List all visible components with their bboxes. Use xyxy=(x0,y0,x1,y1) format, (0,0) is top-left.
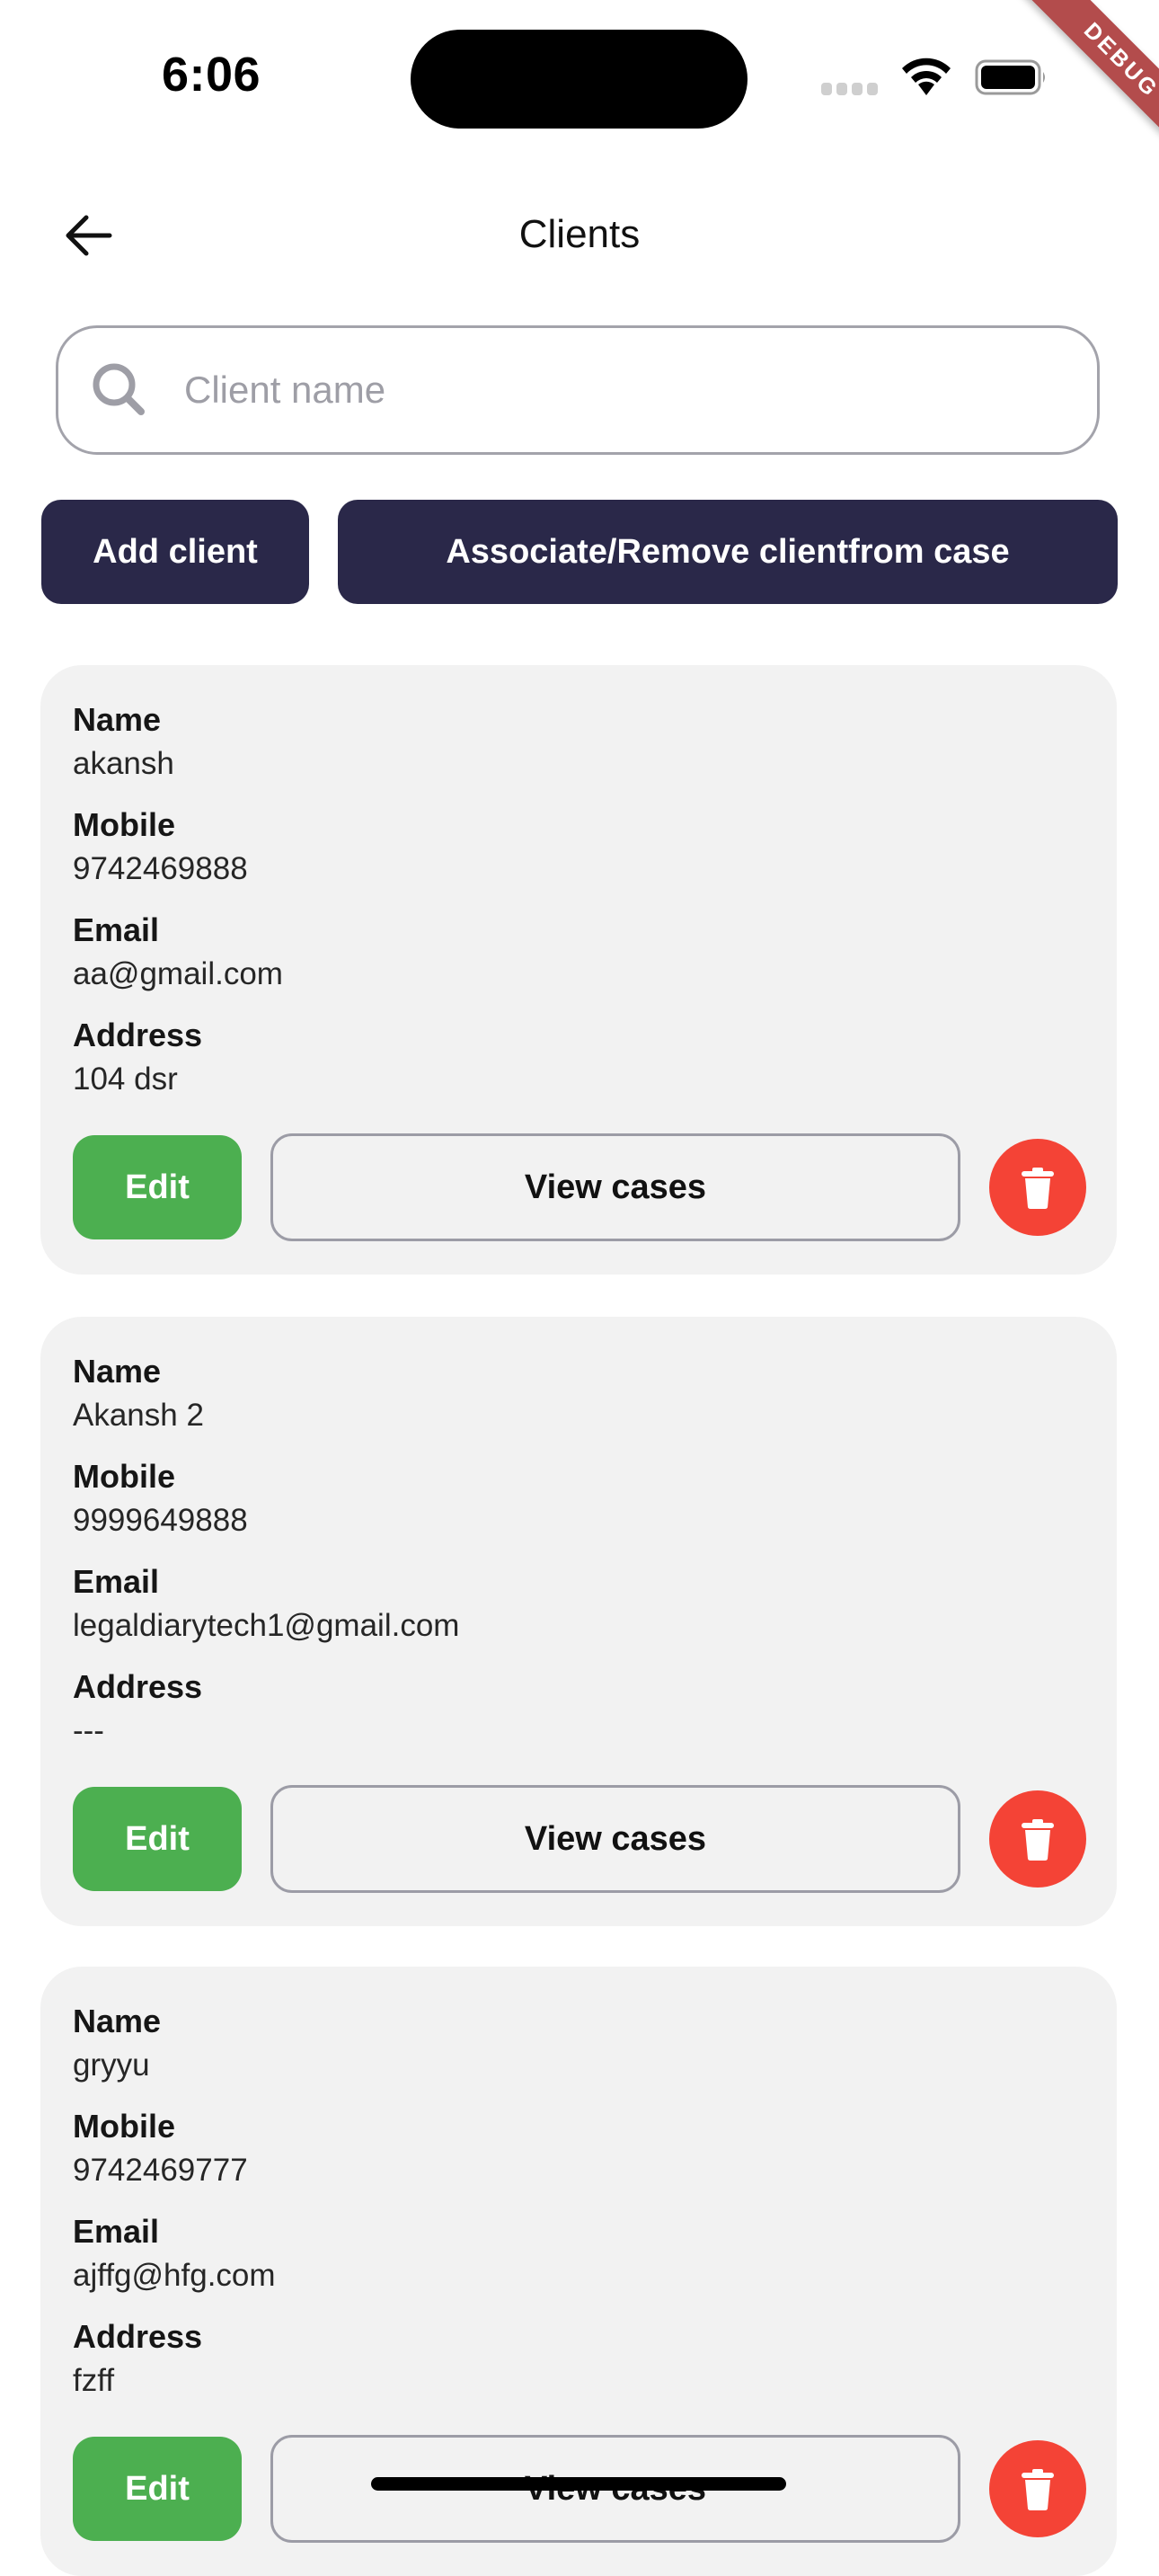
page-title: Clients xyxy=(518,212,641,256)
status-time: 6:06 xyxy=(162,48,261,102)
client-name: akansh xyxy=(73,746,174,781)
delete-button[interactable] xyxy=(989,1790,1086,1888)
view-cases-button[interactable]: View cases xyxy=(270,1133,960,1241)
address-label: Address xyxy=(73,2318,203,2355)
client-card: Name Akansh 2 Mobile 9999649888 Email le… xyxy=(40,1317,1117,1926)
trash-icon xyxy=(1022,1819,1054,1861)
edit-button[interactable]: Edit xyxy=(73,2437,242,2541)
name-label: Name xyxy=(73,1353,162,1390)
mobile-label: Mobile xyxy=(73,1458,175,1495)
client-email: legaldiarytech1@gmail.com xyxy=(73,1608,460,1643)
battery-icon xyxy=(975,59,1045,95)
view-cases-button[interactable]: View cases xyxy=(270,1785,960,1893)
wifi-icon xyxy=(902,58,951,95)
edit-button[interactable]: Edit xyxy=(73,1135,242,1239)
edit-button[interactable]: Edit xyxy=(73,1787,242,1891)
client-address: 104 dsr xyxy=(73,1061,178,1097)
address-label: Address xyxy=(73,1668,203,1705)
search-field[interactable] xyxy=(56,325,1100,455)
client-name: gryyu xyxy=(73,2047,150,2083)
delete-button[interactable] xyxy=(989,1139,1086,1236)
client-card: Name akansh Mobile 9742469888 Email aa@g… xyxy=(40,665,1117,1275)
client-mobile: 9742469888 xyxy=(73,851,248,886)
client-name: Akansh 2 xyxy=(73,1398,204,1433)
name-label: Name xyxy=(73,701,162,738)
mobile-label: Mobile xyxy=(73,806,175,843)
trash-icon xyxy=(1022,2469,1054,2510)
client-mobile: 9999649888 xyxy=(73,1503,248,1538)
client-address: --- xyxy=(73,1713,104,1748)
address-label: Address xyxy=(73,1017,203,1053)
mobile-label: Mobile xyxy=(73,2108,175,2145)
name-label: Name xyxy=(73,2003,162,2039)
client-address: fzff xyxy=(73,2363,115,2398)
email-label: Email xyxy=(73,911,160,948)
email-label: Email xyxy=(73,2213,160,2250)
client-email: ajffg@hfg.com xyxy=(73,2258,276,2293)
add-client-button[interactable]: Add client xyxy=(41,500,309,604)
associate-remove-client-button[interactable]: Associate/Remove clientfrom case xyxy=(338,500,1118,604)
email-label: Email xyxy=(73,1563,160,1600)
client-email: aa@gmail.com xyxy=(73,956,283,991)
search-input[interactable] xyxy=(182,368,995,413)
dynamic-island xyxy=(411,30,748,129)
cellular-signal-icon xyxy=(821,83,882,95)
search-icon xyxy=(93,363,145,415)
home-indicator xyxy=(371,2477,786,2491)
trash-icon xyxy=(1022,1168,1054,1209)
client-mobile: 9742469777 xyxy=(73,2153,248,2188)
delete-button[interactable] xyxy=(989,2440,1086,2537)
